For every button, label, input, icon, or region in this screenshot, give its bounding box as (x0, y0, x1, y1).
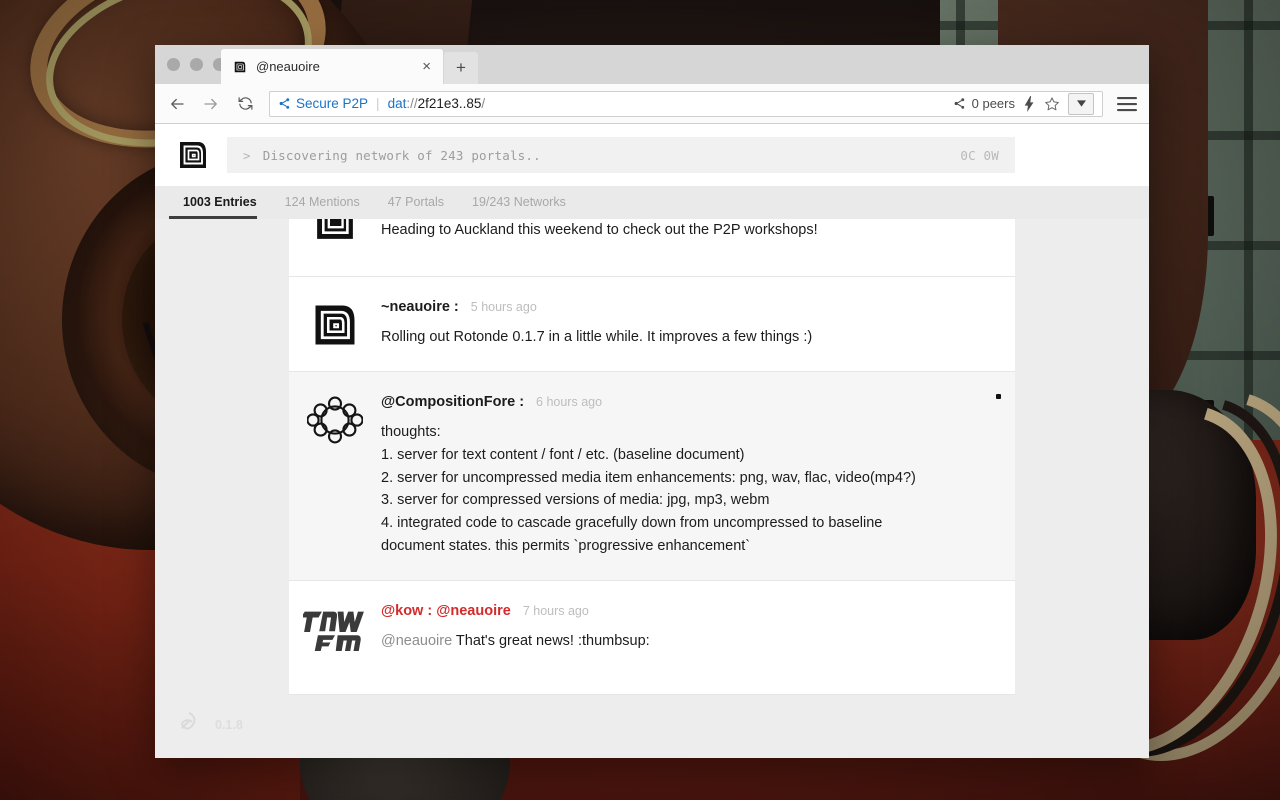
app-watermark: 0.1.8 (177, 709, 243, 740)
lightning-bolt-icon[interactable] (1023, 95, 1036, 112)
window-titlebar: @neauoire × + (155, 45, 1149, 84)
peers-label: 0 peers (971, 96, 1015, 111)
url-separator: :// (406, 96, 418, 111)
browser-toolbar: Secure P2P | dat://2f21e3..85/ 0 peers (155, 84, 1149, 124)
address-bar[interactable]: Secure P2P | dat://2f21e3..85/ 0 peers (269, 90, 1103, 117)
post-status-dot (996, 394, 1001, 399)
url-trailing-slash: / (481, 96, 486, 111)
minimize-window-button[interactable] (190, 58, 203, 71)
feed-post[interactable]: @CompositionFore : 6 hours ago thoughts:… (289, 372, 1015, 581)
post-text: Rolling out Rotonde 0.1.7 in a little wh… (381, 329, 813, 345)
post-header: ~neauoire : 5 hours ago (381, 299, 981, 315)
feed-post[interactable]: ~neauoire : 5 hours ago Rolling out Roto… (289, 277, 1015, 372)
post-body: @kow : @neauoire 7 hours ago @neauoire T… (381, 603, 991, 653)
post-body: @CompositionFore : 6 hours ago thoughts:… (381, 394, 991, 558)
close-icon[interactable]: × (418, 57, 435, 76)
avatar[interactable] (289, 299, 381, 349)
rotonde-page: > Discovering network of 243 portals.. 0… (155, 124, 1149, 758)
feed-list[interactable]: Heading to Auckland this weekend to chec… (155, 219, 1149, 758)
console-input[interactable]: > Discovering network of 243 portals.. 0… (227, 137, 1015, 173)
reload-icon[interactable] (235, 94, 255, 114)
spiral-logo-icon (177, 139, 209, 171)
feed-tabbar: 1003 Entries 124 Mentions 47 Portals 19/… (155, 186, 1149, 219)
browser-tab-strip: @neauoire × + (221, 45, 478, 84)
tab-mentions[interactable]: 124 Mentions (271, 186, 374, 219)
avatar[interactable] (289, 219, 381, 254)
browser-window: @neauoire × + Secure P2P | dat://2f21e3.… (155, 45, 1149, 758)
post-text: @neauoire That's great news! :thumbsup: (381, 630, 981, 653)
share-nodes-icon (278, 97, 291, 110)
post-text: Heading to Auckland this weekend to chec… (381, 222, 818, 238)
hamburger-menu-icon[interactable] (1117, 96, 1137, 112)
tab-entries[interactable]: 1003 Entries (169, 186, 271, 219)
post-text-rest: That's great news! :thumbsup: (452, 632, 650, 649)
post-author[interactable]: @kow : @neauoire (381, 603, 511, 619)
spiral-logo-icon (233, 60, 247, 74)
feed-post[interactable]: @kow : @neauoire 7 hours ago @neauoire T… (289, 580, 1015, 696)
url-host: 2f21e3..85 (417, 96, 482, 111)
star-outline-icon[interactable] (1044, 96, 1060, 112)
secure-p2p-label: Secure P2P (296, 96, 369, 111)
new-tab-button[interactable]: + (444, 52, 478, 84)
post-body: Heading to Auckland this weekend to chec… (381, 219, 991, 254)
console-prompt: > (243, 147, 251, 163)
url-divider: | (376, 96, 380, 111)
close-window-button[interactable] (167, 58, 180, 71)
forward-arrow-icon[interactable] (201, 94, 221, 114)
url-scheme: dat (387, 96, 407, 111)
post-author[interactable]: ~neauoire : (381, 299, 459, 315)
post-timestamp: 5 hours ago (470, 300, 537, 314)
feed-post[interactable]: Heading to Auckland this weekend to chec… (289, 219, 1015, 277)
peers-indicator[interactable]: 0 peers (953, 96, 1015, 111)
console-message: Discovering network of 243 portals.. (262, 147, 541, 163)
post-header: @kow : @neauoire 7 hours ago (381, 603, 981, 619)
window-traffic-lights[interactable] (167, 58, 226, 71)
rotonde-mark-icon (177, 709, 203, 740)
post-timestamp: 7 hours ago (522, 603, 589, 618)
back-arrow-icon[interactable] (167, 94, 187, 114)
console-stats: 0C 0W (960, 147, 999, 163)
post-timestamp: 6 hours ago (536, 395, 603, 409)
post-text: thoughts: 1. server for text content / f… (381, 424, 916, 554)
app-version: 0.1.8 (215, 717, 243, 732)
browser-tab-title: @neauoire (256, 59, 320, 74)
tab-portals[interactable]: 47 Portals (374, 186, 458, 219)
post-header: @CompositionFore : 6 hours ago (381, 394, 981, 410)
url-text: dat://2f21e3..85/ (388, 96, 486, 111)
tab-networks[interactable]: 19/243 Networks (458, 186, 580, 219)
avatar[interactable] (289, 603, 381, 653)
post-body: ~neauoire : 5 hours ago Rolling out Roto… (381, 299, 991, 349)
secure-p2p-indicator[interactable]: Secure P2P (278, 96, 368, 111)
console-row: > Discovering network of 243 portals.. 0… (155, 124, 1149, 186)
post-mention[interactable]: @neauoire (381, 633, 452, 649)
browser-tab-neauoire[interactable]: @neauoire × (221, 49, 443, 84)
share-nodes-icon (953, 97, 966, 110)
avatar[interactable] (289, 394, 381, 558)
post-author[interactable]: @CompositionFore : (381, 394, 524, 410)
chevron-down-icon[interactable] (1068, 92, 1094, 115)
